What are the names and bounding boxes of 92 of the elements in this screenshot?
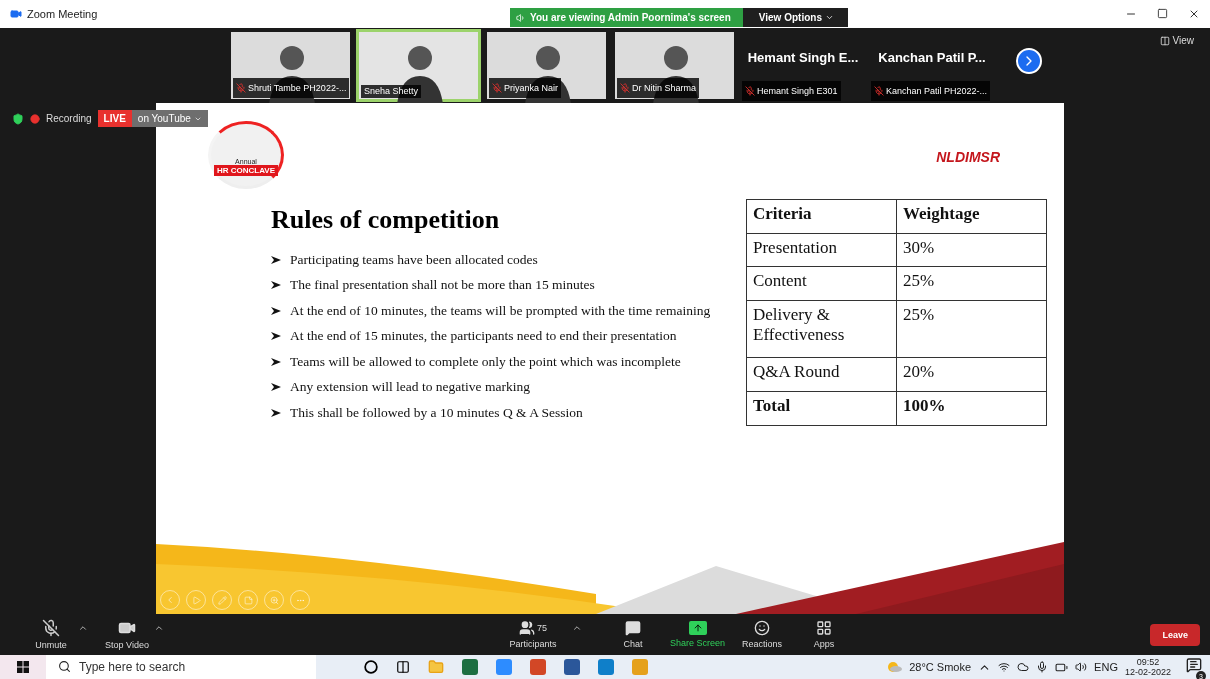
toolbar-button[interactable]: Chat: [608, 620, 658, 649]
zoom-in-icon: [269, 595, 279, 605]
camera-icon: [10, 8, 22, 20]
toolbar-button[interactable]: Reactions: [737, 620, 788, 649]
clock[interactable]: 09:52 12-02-2022: [1124, 657, 1171, 677]
mute-button[interactable]: Unmute: [26, 619, 76, 650]
table-cell: Delivery & Effectiveness: [746, 300, 897, 358]
toolbar-button[interactable]: Apps: [799, 620, 850, 649]
participant-name: Sneha Shetty: [364, 86, 419, 97]
arrow-bullet-icon: [271, 407, 281, 418]
slide-title: Rules of competition: [271, 205, 501, 235]
participant-name: Dr Nitin Sharma: [632, 82, 696, 94]
participant-name: Kanchan Patil PH2022-...: [886, 85, 988, 97]
leave-button[interactable]: Leave: [1150, 623, 1200, 646]
windows-start-button[interactable]: [0, 655, 46, 679]
video-button[interactable]: Stop Video: [102, 619, 152, 650]
windows-logo-icon: [17, 661, 29, 673]
table-cell: 20%: [896, 357, 1047, 392]
bullet-text: At the end of 10 minutes, the teams will be prompted with the time remaining: [290, 302, 711, 319]
participant-title: Kanchan Patil P...: [878, 50, 986, 65]
bullet-text: This shall be followed by a 10 minutes Q & A Session: [290, 404, 583, 421]
table-cell: 25%: [896, 300, 1047, 358]
arrow-bullet-icon: [271, 280, 281, 291]
taskbar-search-field[interactable]: Type here to search: [46, 655, 316, 679]
table-cell: Content: [746, 266, 897, 301]
bullet-text: Any extension will lead to negative marking: [290, 379, 530, 396]
pen-icon: [217, 595, 227, 605]
bullet-text: Participating teams have been allocated codes: [290, 251, 538, 268]
next-page-button[interactable]: [1016, 47, 1042, 74]
bullet-text: The final presentation shall not be more than 15 minutes: [290, 277, 595, 294]
bullet-text: Teams will be allowed to complete only the point which was incomplete: [290, 353, 681, 370]
shield-icon: [12, 112, 24, 125]
share-screen-icon: [688, 621, 707, 635]
live-badge: LIVE: [97, 110, 132, 127]
people-icon: [519, 620, 535, 636]
column-header: Criteria: [746, 199, 897, 234]
logo-banner: HR CONCLAVE: [213, 165, 279, 176]
apps-icon: [816, 620, 833, 636]
arrow-bullet-icon: [271, 305, 281, 316]
weather-icon: [886, 661, 903, 673]
cortana-icon[interactable]: [364, 660, 378, 674]
cloud-icon[interactable]: [1017, 661, 1030, 673]
muted-mic-icon: [236, 83, 246, 93]
chat-icon: [625, 620, 641, 636]
grid-icon: [1159, 35, 1170, 46]
wifi-icon[interactable]: [998, 661, 1011, 673]
participant-name: Hemant Singh E301: [757, 85, 838, 97]
bullet-text: At the end of 15 minutes, the participants need to end their presentation: [290, 328, 677, 345]
microphone-icon[interactable]: [1036, 661, 1049, 673]
view-options-button[interactable]: View Options: [742, 8, 848, 27]
participant-name: Shruti Tambe PH2022-...: [248, 82, 347, 94]
table-cell: Presentation: [746, 233, 897, 267]
arrow-bullet-icon: [271, 356, 281, 367]
toolbar-button[interactable]: Share Screen: [670, 621, 726, 648]
table-cell: Q&A Round: [746, 357, 897, 392]
chevron-left-icon: [165, 595, 175, 605]
table-cell: Total: [746, 391, 897, 425]
table-cell: 30%: [896, 233, 1047, 267]
task-view-icon[interactable]: [396, 660, 410, 674]
search-icon: [58, 660, 71, 673]
restore-icon[interactable]: [1157, 8, 1168, 19]
table-cell: 100%: [896, 391, 1047, 425]
muted-mic-icon: [745, 86, 755, 96]
table-cell: 25%: [896, 266, 1047, 301]
close-icon[interactable]: [1188, 8, 1200, 20]
stream-button[interactable]: on YouTube: [131, 110, 208, 127]
volume-icon[interactable]: [1075, 661, 1088, 673]
participant-name: Priyanka Nair: [504, 82, 559, 94]
column-header: Weightage: [896, 199, 1047, 234]
arrow-bullet-icon: [271, 382, 281, 393]
arrow-bullet-icon: [271, 331, 281, 342]
muted-mic-icon: [620, 83, 630, 93]
recording-label: Recording: [46, 113, 92, 124]
muted-mic-icon: [492, 83, 502, 93]
weather-text: 28°C Smoke: [909, 661, 972, 673]
window-title: Zoom Meeting: [27, 8, 98, 20]
arrow-bullet-icon: [271, 254, 281, 265]
toolbar-button[interactable]: 75 Participants: [508, 620, 558, 649]
smiley-icon: [754, 620, 771, 636]
language-indicator[interactable]: ENG: [1094, 661, 1118, 673]
note-icon: [243, 595, 253, 605]
chevron-down-icon: [824, 13, 834, 22]
play-icon: [191, 595, 201, 605]
muted-mic-icon: [42, 619, 60, 637]
institute-name: NLDIMSR: [936, 149, 1000, 165]
record-icon: [30, 113, 40, 124]
participant-title: Hemant Singh E...: [747, 50, 859, 65]
view-button[interactable]: View: [1153, 34, 1200, 47]
notification-icon: [1186, 657, 1202, 673]
muted-mic-icon: [874, 86, 884, 96]
participant-count: 75: [537, 623, 547, 633]
share-banner: You are viewing Admin Poornima's screen: [510, 8, 743, 27]
